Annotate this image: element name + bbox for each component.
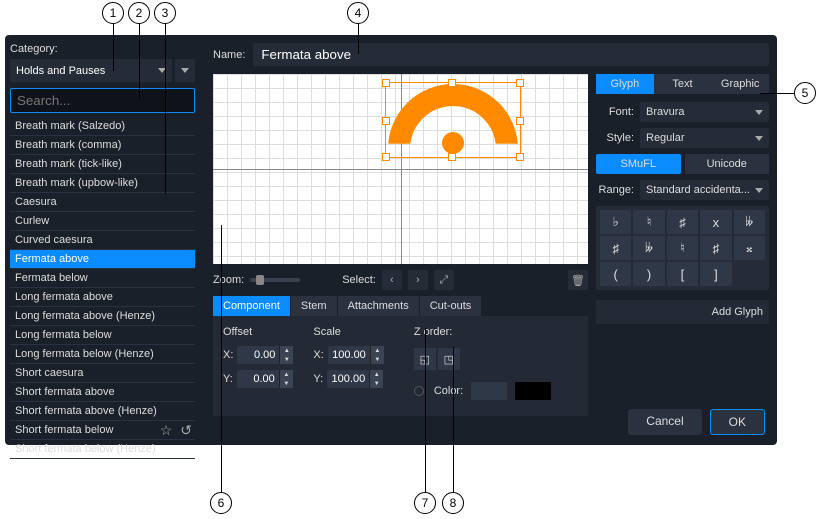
left-panel: Category: Holds and Pauses Breath mark (… [5, 35, 200, 445]
glyph-cell[interactable]: ♭ [600, 210, 631, 234]
select-label: Select: [342, 274, 376, 286]
zoom-label: Zoom: [213, 274, 244, 286]
z-front[interactable]: ◳ [438, 348, 460, 370]
glyph-cell[interactable]: ♮ [633, 210, 664, 234]
list-item[interactable]: Curlew [10, 212, 195, 231]
list-item[interactable]: Short fermata above (Henze) [10, 402, 195, 421]
side-tab-text[interactable]: Text [654, 74, 712, 94]
callout-4: 4 [347, 2, 369, 24]
add-glyph-button[interactable]: Add Glyph [596, 300, 769, 324]
list-item[interactable]: Long fermata below (Henze) [10, 345, 195, 364]
glyph-cell[interactable]: x [700, 210, 731, 234]
glyph-cell[interactable]: 𝄪 [734, 236, 765, 260]
tab-cut-outs[interactable]: Cut-outs [420, 296, 483, 316]
callout-8: 8 [442, 492, 464, 514]
scale-y[interactable] [327, 370, 369, 388]
side-tab-glyph[interactable]: Glyph [596, 74, 654, 94]
glyph-cell[interactable]: [ [667, 262, 698, 286]
property-tabs: ComponentStemAttachmentsCut-outs [213, 296, 588, 316]
select-prev[interactable]: ‹ [382, 270, 402, 290]
color-swatch[interactable] [471, 382, 507, 400]
list-item[interactable]: Fermata below [10, 269, 195, 288]
side-tab-graphic[interactable]: Graphic [711, 74, 769, 94]
glyph-cell[interactable]: 𝄫 [734, 210, 765, 234]
star-icon[interactable]: ☆ [160, 422, 173, 439]
category-label: Category: [10, 43, 195, 55]
select-next[interactable]: › [408, 270, 428, 290]
callout-5: 5 [794, 82, 816, 104]
callout-3: 3 [154, 2, 176, 24]
callout-7: 7 [414, 492, 436, 514]
tab-component[interactable]: Component [213, 296, 291, 316]
glyph-cell[interactable]: ] [700, 262, 731, 286]
list-item[interactable]: Breath mark (Salzedo) [10, 117, 195, 136]
encoding-unicode[interactable]: Unicode [685, 154, 770, 174]
name-input[interactable] [253, 43, 769, 66]
name-label: Name: [213, 49, 245, 61]
encoding-smufl[interactable]: SMuFL [596, 154, 681, 174]
list-item[interactable]: Breath mark (tick-like) [10, 155, 195, 174]
glyph-panel: GlyphTextGraphic Font:Bravura Style:Regu… [596, 74, 769, 416]
scale-x[interactable] [328, 346, 370, 364]
list-item[interactable]: Short caesura [10, 364, 195, 383]
glyph-cell[interactable]: ♯ [667, 210, 698, 234]
glyph-cell[interactable]: ) [633, 262, 664, 286]
glyph-grid: ♭♮♯x𝄫♯𝄫♮♯𝄪()[] [596, 206, 769, 290]
list-item[interactable]: Short fermata below (Henze) [10, 440, 195, 459]
list-item[interactable]: Long fermata above (Henze) [10, 307, 195, 326]
list-item[interactable]: Fermata above [10, 250, 195, 269]
reset-icon[interactable]: ↺ [180, 422, 192, 439]
glyph-cell[interactable]: ♮ [667, 236, 698, 260]
range-select[interactable]: Standard accidenta... [640, 180, 769, 200]
tab-stem[interactable]: Stem [291, 296, 338, 316]
style-select[interactable]: Regular [640, 128, 769, 148]
right-panel: Name: [205, 35, 777, 445]
glyph-cell[interactable]: ♯ [700, 236, 731, 260]
glyph-cell[interactable]: 𝄫 [633, 236, 664, 260]
callout-6: 6 [210, 492, 232, 514]
list-item[interactable]: Caesura [10, 193, 195, 212]
dialog: Category: Holds and Pauses Breath mark (… [5, 35, 777, 445]
font-select[interactable]: Bravura [640, 102, 769, 122]
search-input[interactable] [10, 88, 195, 113]
offset-x[interactable] [237, 346, 279, 364]
delete-icon[interactable]: 🗑 [568, 270, 588, 290]
list-item[interactable]: Breath mark (upbow-like) [10, 174, 195, 193]
category-expand[interactable] [175, 59, 195, 82]
ok-button[interactable]: OK [710, 409, 765, 435]
list-item[interactable]: Breath mark (comma) [10, 136, 195, 155]
category-select[interactable]: Holds and Pauses [10, 59, 172, 82]
callout-1: 1 [102, 2, 124, 24]
tab-attachments[interactable]: Attachments [338, 296, 420, 316]
offset-y[interactable] [237, 370, 279, 388]
select-path-icon[interactable]: ⤢ [434, 270, 454, 290]
glyph-cell[interactable]: ( [600, 262, 631, 286]
list-item[interactable]: Long fermata above [10, 288, 195, 307]
cancel-button[interactable]: Cancel [628, 409, 701, 435]
item-list[interactable]: Breath mark (Salzedo)Breath mark (comma)… [10, 117, 195, 417]
editor-canvas[interactable] [213, 74, 588, 264]
callout-2: 2 [128, 2, 150, 24]
list-item[interactable]: Curved caesura [10, 231, 195, 250]
glyph-cell[interactable]: ♯ [600, 236, 631, 260]
zoom-slider[interactable] [250, 278, 300, 282]
list-item[interactable]: Long fermata below [10, 326, 195, 345]
list-item[interactable]: Short fermata above [10, 383, 195, 402]
